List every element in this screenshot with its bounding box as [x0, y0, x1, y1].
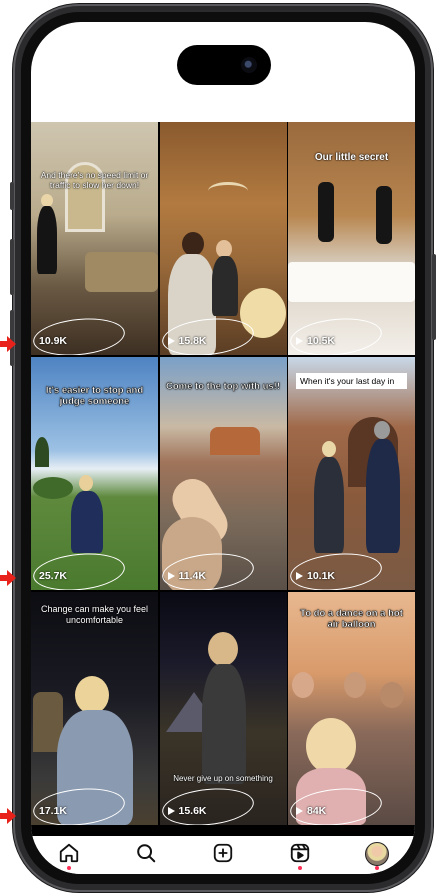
view-count: 84K — [296, 805, 326, 817]
tab-search[interactable] — [132, 842, 160, 868]
notification-dot — [67, 866, 72, 870]
person — [201, 664, 246, 784]
home-icon — [60, 843, 79, 863]
view-count: 25.7K — [39, 570, 67, 582]
notification-dot — [297, 866, 302, 870]
view-count-label: 25.7K — [39, 570, 68, 582]
tile-caption: It's easier to stop and judge someone — [45, 385, 144, 408]
person — [211, 256, 238, 316]
view-count-label: 11.4K — [178, 570, 206, 582]
tab-create[interactable] — [209, 842, 237, 868]
view-count-label: 15.8K — [178, 335, 207, 347]
view-count-label: 10.9K — [39, 335, 68, 347]
person-head — [181, 232, 204, 256]
person — [314, 457, 344, 553]
person — [37, 206, 57, 274]
camera-icon — [241, 57, 257, 73]
person-head — [322, 441, 336, 457]
sofa — [85, 252, 158, 292]
person-head — [380, 682, 404, 708]
grid-tile[interactable]: To do a dance on a hot air balloon 84K — [288, 592, 415, 825]
view-count-label: 84K — [307, 805, 327, 817]
view-count: 10.1K — [296, 570, 335, 582]
view-count: 11.4K — [167, 570, 206, 582]
person-head — [207, 632, 238, 666]
person-head — [344, 672, 366, 698]
annotation-arrow — [0, 336, 16, 352]
tab-profile[interactable] — [363, 842, 391, 870]
profile-avatar — [364, 842, 389, 866]
dynamic-island — [177, 45, 271, 85]
grid-tile[interactable]: Our little secret 10.5K — [288, 122, 415, 355]
tab-reels[interactable] — [286, 842, 314, 870]
silent-switch — [10, 182, 14, 210]
person-head — [306, 718, 356, 774]
play-icon — [167, 807, 175, 815]
grid-tile[interactable]: Change can make you feel uncomfortable 1… — [31, 592, 158, 825]
tile-caption: Our little secret — [314, 152, 389, 163]
annotation-arrow — [0, 808, 16, 824]
play-icon — [296, 337, 303, 345]
upside-down-legs — [318, 182, 334, 242]
play-icon — [296, 572, 303, 580]
person-head — [374, 421, 390, 439]
reels-grid: And there's no speed limit or traffic to… — [31, 122, 415, 836]
volume-up-button — [10, 239, 14, 295]
play-icon — [167, 337, 175, 345]
person-head — [79, 475, 93, 491]
annotation-arrow — [0, 570, 16, 586]
view-count: 17.1K — [39, 805, 67, 817]
play-icon — [167, 572, 175, 580]
phone-frame: And there's no speed limit or traffic to… — [10, 4, 436, 892]
view-count-label: 17.1K — [39, 805, 68, 817]
view-count-label: 10.5K — [307, 335, 336, 347]
view-count: 15.8K — [167, 335, 207, 347]
bottom-tab-bar — [31, 836, 415, 874]
person — [366, 439, 400, 553]
phone-bezel: And there's no speed limit or traffic to… — [21, 12, 425, 884]
view-count: 10.5K — [296, 335, 335, 347]
tile-caption: Change can make you feel uncomfortable — [40, 604, 149, 625]
grid-tile[interactable]: It's easier to stop and judge someone 25… — [31, 357, 158, 590]
grid-tile[interactable]: Never give up on something 15.6K — [159, 592, 287, 825]
view-count-label: 10.1K — [307, 570, 336, 582]
screen: And there's no speed limit or traffic to… — [31, 22, 415, 874]
tile-caption: To do a dance on a hot air balloon — [300, 608, 403, 631]
view-count: 15.6K — [167, 805, 207, 817]
power-button — [432, 254, 436, 340]
view-count: 10.9K — [39, 335, 67, 347]
create-icon — [213, 843, 233, 863]
reels-icon — [290, 843, 309, 863]
tile-caption: When it's your last day in — [296, 373, 407, 390]
grid-tile[interactable]: 15.8K — [159, 122, 287, 355]
notification-dot — [374, 866, 379, 870]
mesa — [209, 427, 260, 455]
play-icon — [296, 807, 303, 815]
search-icon — [137, 844, 156, 863]
person — [71, 491, 103, 553]
tab-home[interactable] — [55, 842, 83, 870]
tile-caption: Never give up on something — [173, 774, 273, 783]
tile-caption: And there's no speed limit or traffic to… — [40, 170, 149, 191]
bed — [288, 262, 415, 302]
antler-chandelier — [207, 182, 248, 200]
grid-tile[interactable]: Come to the top with us!! 11.4K — [159, 357, 287, 590]
grid-tile[interactable]: When it's your last day in 10.1K — [288, 357, 415, 590]
tile-caption: Come to the top with us!! — [166, 381, 280, 392]
person-head — [292, 672, 314, 698]
grid-tile[interactable]: And there's no speed limit or traffic to… — [31, 122, 158, 355]
person-head — [75, 676, 109, 714]
hedge — [33, 477, 73, 499]
tree — [35, 437, 49, 467]
upside-down-legs — [376, 186, 392, 244]
view-count-label: 15.6K — [178, 805, 207, 817]
